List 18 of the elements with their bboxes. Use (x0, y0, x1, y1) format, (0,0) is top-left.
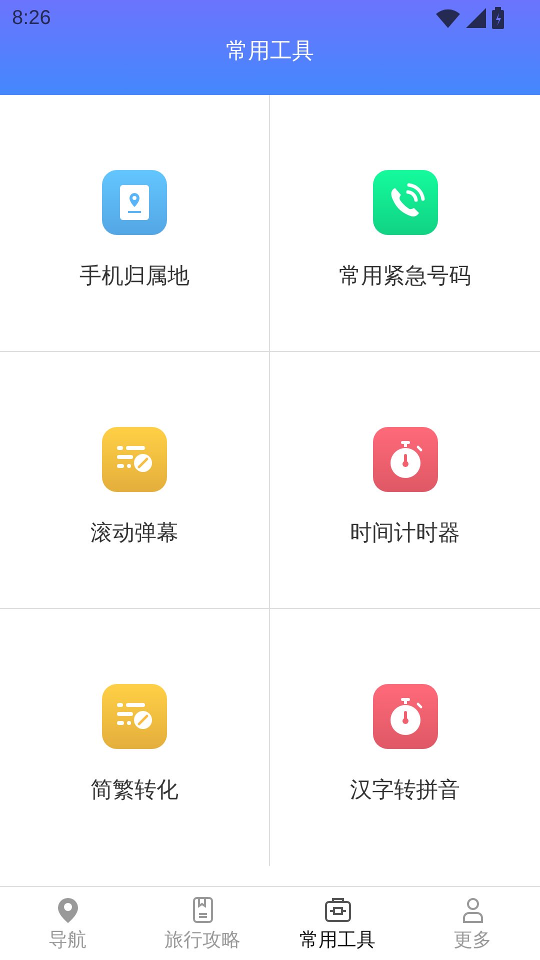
nav-tab[interactable]: 常用工具 (270, 887, 405, 960)
wifi-icon (436, 8, 460, 28)
location-card-icon[interactable] (102, 170, 167, 234)
list-edit-icon[interactable] (102, 426, 167, 492)
tool-label[interactable]: 手机归属地 (80, 260, 190, 290)
list-edit-icon[interactable] (102, 684, 167, 749)
stopwatch-icon[interactable] (372, 684, 438, 749)
tool-label[interactable]: 时间计时器 (350, 518, 460, 548)
phone-icon[interactable] (372, 170, 438, 234)
tool-label[interactable]: 简繁转化 (90, 775, 178, 805)
tool-label[interactable]: 常用紧急号码 (339, 260, 471, 290)
tool-label[interactable]: 汉字转拼音 (350, 775, 460, 805)
stopwatch-icon[interactable] (372, 426, 438, 492)
battery-icon (492, 7, 504, 29)
page-title: 常用工具 (226, 38, 314, 66)
status-time: 8:26 (12, 6, 51, 30)
tool-label[interactable]: 滚动弹幕 (90, 518, 178, 548)
signal-icon (466, 8, 486, 28)
